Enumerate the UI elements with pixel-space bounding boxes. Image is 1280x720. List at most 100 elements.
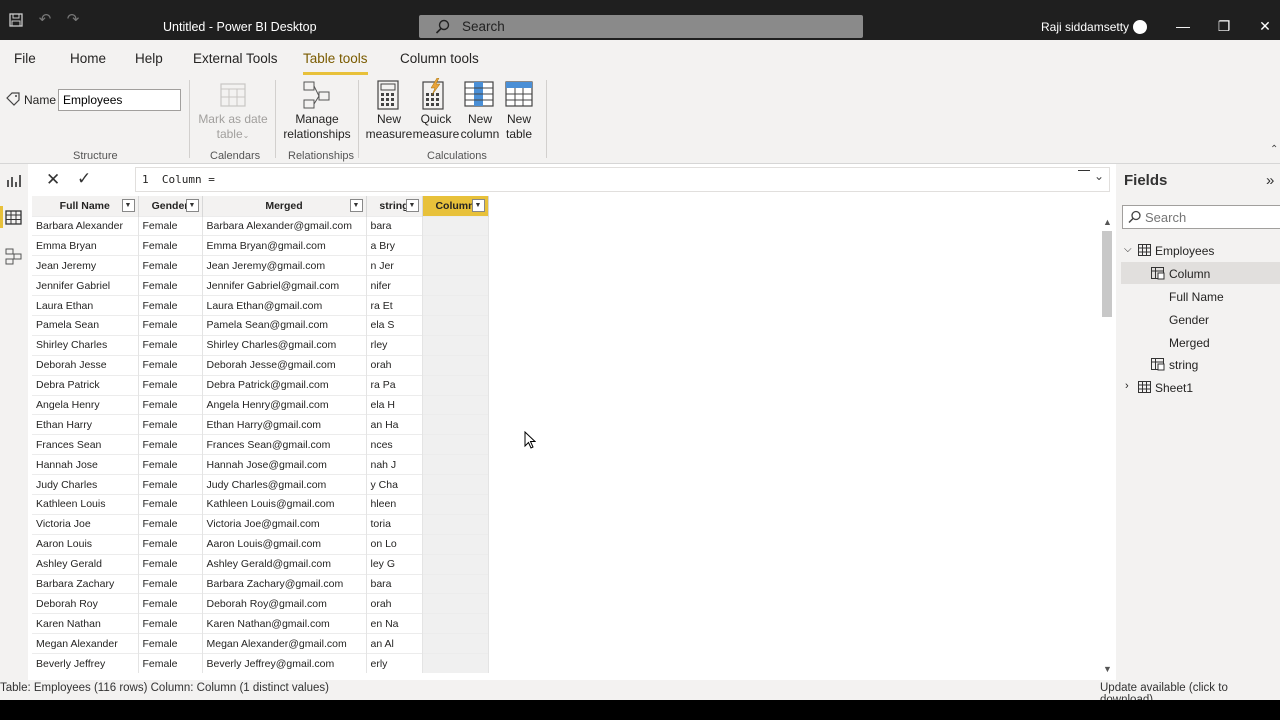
expand-formula-icon[interactable]: ⌄ <box>1094 169 1104 183</box>
title-search-box[interactable]: Search <box>419 15 863 38</box>
model-view-icon[interactable] <box>5 248 22 268</box>
table-cell[interactable]: Barbara Alexander <box>32 215 139 236</box>
table-cell[interactable]: Female <box>138 314 203 336</box>
table-cell[interactable]: Angela Henry <box>32 394 139 415</box>
table-cell[interactable] <box>422 354 489 376</box>
filter-dropdown-icon[interactable]: ▼ <box>405 199 419 212</box>
table-cell[interactable]: Jean Jeremy <box>32 255 139 276</box>
table-cell[interactable] <box>422 275 489 296</box>
table-cell[interactable]: Shirley Charles <box>32 334 139 356</box>
table-cell[interactable]: Karen Nathan@gmail.com <box>202 613 367 634</box>
table-cell[interactable]: Judy Charles <box>32 474 139 495</box>
table-cell[interactable]: toria <box>366 513 423 535</box>
table-cell[interactable]: orah <box>366 593 423 614</box>
table-cell[interactable]: bara <box>366 573 423 594</box>
table-cell[interactable]: Barbara Alexander@gmail.com <box>202 215 367 236</box>
table-cell[interactable]: Female <box>138 235 203 256</box>
manage-relationships-button[interactable]: Manage relationships <box>282 112 352 142</box>
scroll-up-icon[interactable]: ▲ <box>1103 217 1112 227</box>
table-cell[interactable] <box>422 573 489 594</box>
table-cell[interactable]: Megan Alexander@gmail.com <box>202 633 367 654</box>
table-cell[interactable]: Female <box>138 653 203 674</box>
table-cell[interactable]: on Lo <box>366 533 423 555</box>
table-cell[interactable] <box>422 235 489 256</box>
table-cell[interactable]: Female <box>138 613 203 634</box>
table-cell[interactable]: Female <box>138 493 203 515</box>
table-cell[interactable]: orah <box>366 354 423 376</box>
data-view-icon[interactable] <box>5 210 22 228</box>
table-cell[interactable]: Female <box>138 533 203 555</box>
table-cell[interactable]: Female <box>138 633 203 654</box>
table-cell[interactable]: Female <box>138 354 203 376</box>
table-cell[interactable]: Female <box>138 454 203 475</box>
table-cell[interactable]: Karen Nathan <box>32 613 139 634</box>
field-item-string[interactable]: string <box>1169 358 1198 372</box>
table-cell[interactable]: Victoria Joe <box>32 513 139 535</box>
table-cell[interactable]: Debra Patrick@gmail.com <box>202 374 367 396</box>
table-cell[interactable]: Ashley Gerald <box>32 553 139 575</box>
field-item-merged[interactable]: Merged <box>1169 336 1210 350</box>
tab-external-tools[interactable]: External Tools <box>193 51 278 66</box>
table-cell[interactable] <box>422 513 489 535</box>
table-cell[interactable]: Frances Sean <box>32 434 139 455</box>
filter-dropdown-icon[interactable]: ▼ <box>349 199 363 212</box>
table-cell[interactable]: Female <box>138 553 203 575</box>
table-cell[interactable]: Judy Charles@gmail.com <box>202 474 367 495</box>
table-cell[interactable] <box>422 295 489 316</box>
table-cell[interactable]: Ethan Harry@gmail.com <box>202 414 367 435</box>
table-cell[interactable]: Jennifer Gabriel@gmail.com <box>202 275 367 296</box>
table-cell[interactable]: Emma Bryan@gmail.com <box>202 235 367 256</box>
table-cell[interactable]: bara <box>366 215 423 236</box>
table-cell[interactable]: nah J <box>366 454 423 475</box>
table-cell[interactable] <box>422 334 489 356</box>
table-cell[interactable]: Barbara Zachary@gmail.com <box>202 573 367 594</box>
report-view-icon[interactable] <box>6 174 22 191</box>
table-cell[interactable] <box>422 593 489 614</box>
table-cell[interactable] <box>422 653 489 674</box>
table-cell[interactable]: Aaron Louis@gmail.com <box>202 533 367 555</box>
tab-file[interactable]: File <box>14 51 36 66</box>
table-cell[interactable]: erly <box>366 653 423 674</box>
column-header[interactable]: string ▼ <box>366 196 423 216</box>
table-cell[interactable]: Ethan Harry <box>32 414 139 435</box>
column-header-selected[interactable]: Column ▼ <box>422 196 489 216</box>
table-cell[interactable]: Laura Ethan <box>32 295 139 316</box>
table-cell[interactable]: an Ha <box>366 414 423 435</box>
table-cell[interactable]: Angela Henry@gmail.com <box>202 394 367 415</box>
field-item-full-name[interactable]: Full Name <box>1169 290 1224 304</box>
table-cell[interactable]: Emma Bryan <box>32 235 139 256</box>
filter-dropdown-icon[interactable]: ▼ <box>185 199 199 212</box>
field-item-column[interactable]: Column <box>1169 267 1210 281</box>
undo-icon[interactable]: ↶ <box>37 12 53 28</box>
new-table-button[interactable]: New table <box>496 112 542 142</box>
table-cell[interactable]: Hannah Jose@gmail.com <box>202 454 367 475</box>
quick-measure-button[interactable]: Quick measure <box>411 112 461 142</box>
table-cell[interactable]: ley G <box>366 553 423 575</box>
field-table-sheet1[interactable]: Sheet1 <box>1155 381 1193 395</box>
table-cell[interactable]: Laura Ethan@gmail.com <box>202 295 367 316</box>
table-cell[interactable]: Pamela Sean <box>32 314 139 336</box>
fields-search[interactable] <box>1122 205 1280 229</box>
table-cell[interactable]: Aaron Louis <box>32 533 139 555</box>
table-cell[interactable]: Female <box>138 295 203 316</box>
table-cell[interactable]: ela H <box>366 394 423 415</box>
table-cell[interactable]: Female <box>138 414 203 435</box>
table-cell[interactable] <box>422 613 489 634</box>
table-cell[interactable]: ra Pa <box>366 374 423 396</box>
cancel-formula-icon[interactable]: ✕ <box>46 170 60 190</box>
save-icon[interactable] <box>8 12 24 28</box>
column-header[interactable]: Full Name ▼ <box>32 196 139 216</box>
table-cell[interactable]: Female <box>138 573 203 594</box>
fields-search-input[interactable] <box>1122 205 1280 229</box>
column-header[interactable]: Gender ▼ <box>138 196 203 216</box>
table-cell[interactable] <box>422 474 489 495</box>
table-cell[interactable]: Female <box>138 394 203 415</box>
table-cell[interactable]: Victoria Joe@gmail.com <box>202 513 367 535</box>
table-cell[interactable]: Female <box>138 434 203 455</box>
collapse-pane-icon[interactable]: » <box>1266 172 1274 189</box>
table-cell[interactable]: Kathleen Louis <box>32 493 139 515</box>
avatar[interactable] <box>1133 20 1147 34</box>
table-cell[interactable]: Ashley Gerald@gmail.com <box>202 553 367 575</box>
table-cell[interactable]: Deborah Jesse@gmail.com <box>202 354 367 376</box>
collapse-ribbon-icon[interactable]: ⌃ <box>1270 144 1278 155</box>
